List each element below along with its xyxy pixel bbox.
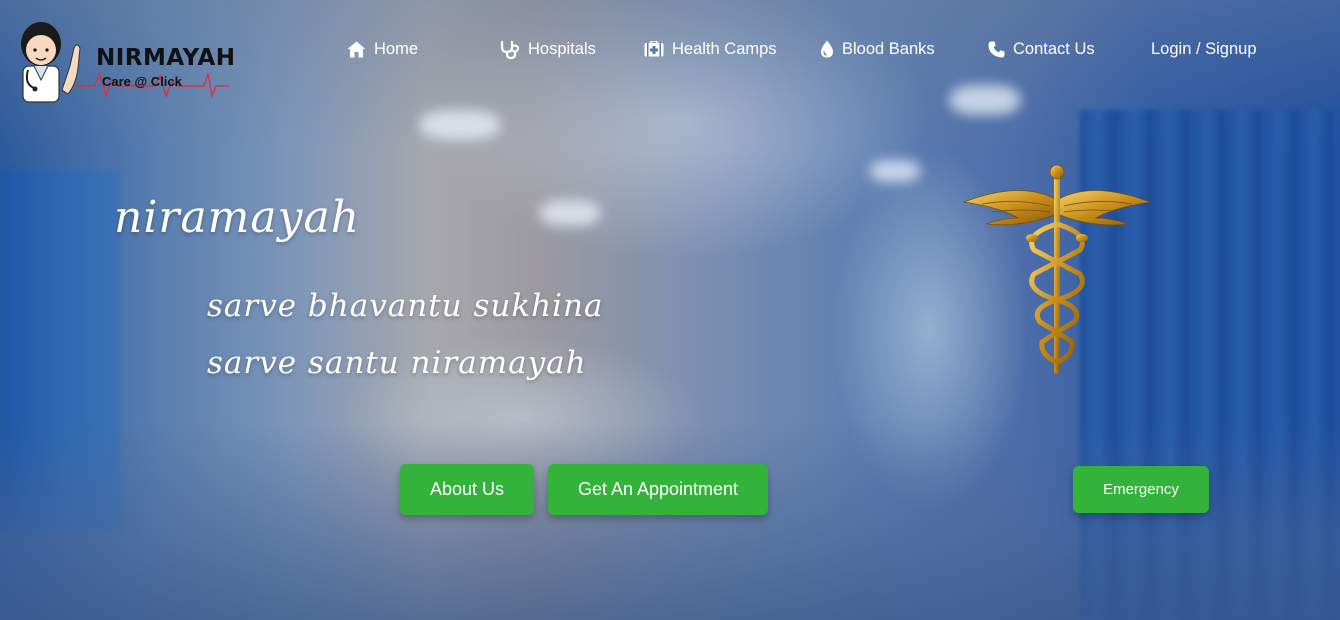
nav-item-home[interactable]: Home [347, 37, 418, 61]
blood-drop-icon [821, 40, 833, 58]
nav-item-label: Blood Banks [842, 39, 935, 58]
first-aid-kit-icon [644, 41, 664, 57]
hero-line-2: sarve santu niramayah [207, 345, 587, 381]
background-light [870, 160, 920, 182]
brand-name: NIRMAYAH [96, 45, 236, 71]
nav-item-label: Home [374, 39, 419, 58]
emergency-button[interactable]: Emergency [1073, 466, 1209, 513]
nav-item-health-camps[interactable]: Health Camps [644, 37, 777, 61]
home-icon [347, 41, 366, 57]
background-floor [0, 420, 1340, 620]
hero-title: niramayah [114, 192, 361, 243]
stethoscope-icon [500, 40, 519, 59]
nav-item-login-signup[interactable]: Login / Signup [1151, 37, 1257, 61]
navbar: NIRMAYAH Care @ Click Home Hospitals Hea… [0, 0, 1340, 103]
phone-icon [988, 41, 1005, 57]
hero-line-1: sarve bhavantu sukhina [207, 288, 604, 324]
nav-item-label: Contact Us [1013, 39, 1095, 58]
background-light [420, 110, 500, 140]
nav-item-blood-banks[interactable]: Blood Banks [820, 37, 935, 61]
nav-item-hospitals[interactable]: Hospitals [500, 37, 596, 61]
nav-item-label: Login / Signup [1151, 39, 1257, 58]
get-appointment-button[interactable]: Get An Appointment [548, 464, 768, 515]
background-light [540, 200, 600, 226]
nav-item-contact-us[interactable]: Contact Us [988, 37, 1095, 61]
caduceus-icon [962, 164, 1152, 374]
brand-tagline: Care @ Click [102, 74, 182, 89]
nav-item-label: Hospitals [528, 39, 596, 58]
brand-logo[interactable]: NIRMAYAH Care @ Click [14, 18, 235, 104]
about-us-button[interactable]: About Us [400, 464, 534, 515]
nav-item-label: Health Camps [672, 39, 777, 58]
